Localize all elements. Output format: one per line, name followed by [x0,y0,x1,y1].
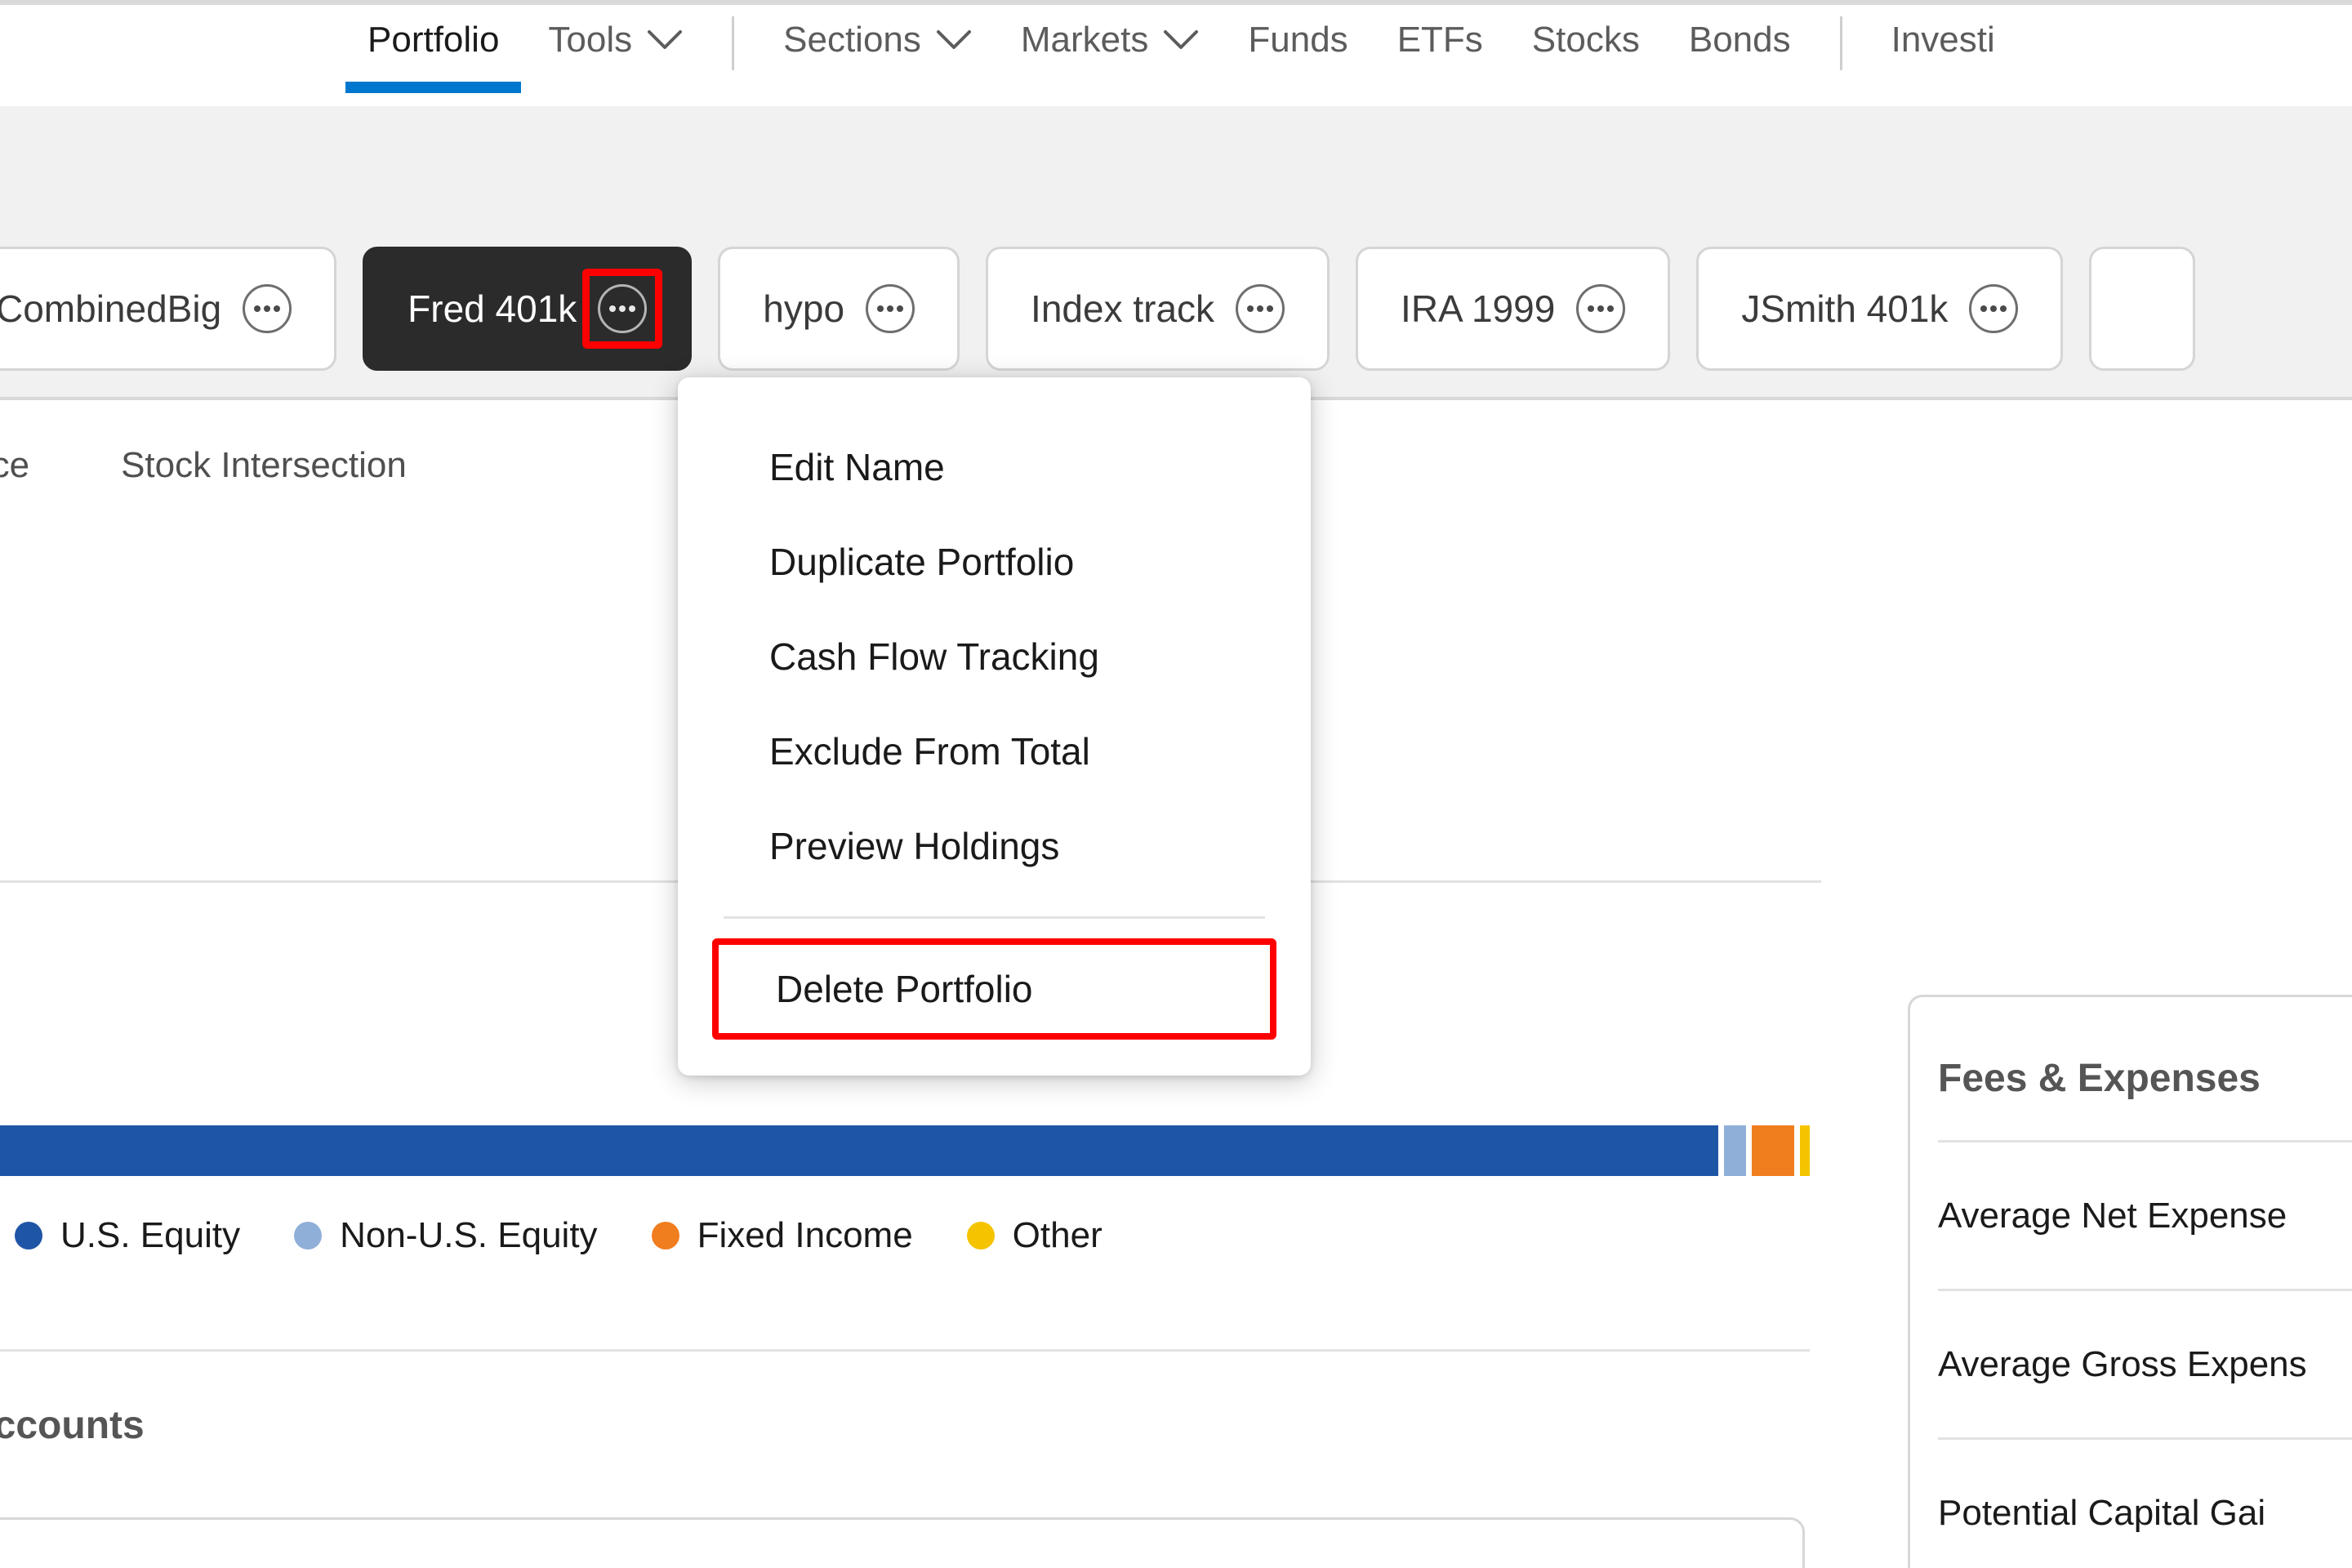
subtab-stock-intersection[interactable]: Stock Intersection [75,445,452,486]
fees-row: Average Gross Expens [1938,1289,2352,1437]
portfolio-tab-fred-401k[interactable]: Fred 401k [363,247,693,371]
nav-item-label: Stocks [1531,20,1640,60]
nav-separator [732,16,735,70]
legend-swatch-icon [15,1222,42,1250]
nav-item-bonds[interactable]: Bonds [1664,5,1815,75]
legend-label: U.S. Equity [60,1215,241,1255]
section-subtabs: manceStock Intersection [0,416,452,514]
chevron-down-icon [936,29,972,51]
portfolio-tab-index-track[interactable]: Index track [986,247,1330,371]
accounts-card [0,1517,1805,1568]
fees-panel-title: Fees & Expenses [1938,1057,2261,1100]
ellipsis-icon[interactable] [1236,284,1285,333]
asset-allocation-stacked-bar [0,1125,1810,1176]
menu-item-preview-holdings[interactable]: Preview Holdings [678,799,1311,893]
ellipsis-icon[interactable] [582,269,663,349]
ellipsis-icon[interactable] [243,284,292,333]
portfolio-tab-label: Index track [1031,287,1215,330]
menu-item-duplicate-portfolio[interactable]: Duplicate Portfolio [678,514,1311,609]
fees-row: Average Net Expense [1938,1140,2352,1289]
bar-segment-fixed-income [1751,1125,1794,1176]
nav-item-investi[interactable]: Investi [1867,5,2020,75]
portfolio-tab-jsmith-401k[interactable]: JSmith 401k [1696,247,2064,371]
chevron-down-icon [1163,29,1199,51]
ellipsis-icon[interactable] [1969,284,2019,333]
fees-row-label: Average Net Expense [1938,1195,2287,1236]
ellipsis-icon[interactable] [1576,284,1626,333]
portfolio-context-menu: Edit Name Duplicate Portfolio Cash Flow Tr… [678,377,1311,1076]
nav-active-underline [345,82,522,93]
legend-item-u-s-equity: U.S. Equity [15,1215,240,1256]
portfolio-tab-combinedbig[interactable]: CombinedBig [0,247,337,371]
nav-item-markets[interactable]: Markets [996,5,1223,75]
portfolio-tab-label: JSmith 401k [1741,287,1949,330]
portfolio-tab-label: Fred 401k [408,287,577,330]
context-menu-items: Edit Name Duplicate Portfolio Cash Flow Tr… [678,420,1311,893]
nav-item-label: ETFs [1396,20,1483,60]
legend-label: Non-U.S. Equity [340,1215,598,1255]
nav-item-label: Funds [1248,20,1348,60]
global-nav-items: Portfolio Tools Sections Markets Funds ETFs St… [0,5,2352,106]
nav-item-label: Bonds [1688,20,1791,60]
legend-swatch-icon [966,1222,995,1250]
allocation-divider [0,1349,1810,1352]
fees-row-label: Potential Capital Gai [1938,1492,2266,1533]
portfolio-tab-label: IRA 1999 [1401,287,1556,330]
ellipsis-icon[interactable] [866,284,915,333]
portfolio-tab-hypo[interactable]: hypo [718,247,960,371]
menu-item-edit-name[interactable]: Edit Name [678,420,1311,514]
portfolio-tab-label: CombinedBig [0,287,222,330]
legend-item-fixed-income: Fixed Income [651,1215,913,1256]
bar-segment-other [1800,1125,1810,1176]
bar-segment-non-u-s-equity [1723,1125,1746,1176]
accounts-heading: Accounts [0,1404,145,1447]
portfolio-tab-ira-1999[interactable]: IRA 1999 [1356,247,1671,371]
fees-row: Potential Capital Gai [1938,1437,2352,1568]
fees-row-label: Average Gross Expens [1938,1343,2307,1384]
portfolio-tabs: CombinedBig Fred 401k hypo Index track IRA 1… [0,247,2196,371]
fees-rows: Average Net Expense Average Gross Expens P… [1938,1140,2352,1568]
legend-label: Fixed Income [697,1215,913,1255]
global-nav: Portfolio Tools Sections Markets Funds ETFs St… [0,0,2352,106]
bar-segment-u-s-equity [0,1125,1718,1176]
legend-swatch-icon [294,1222,323,1250]
legend-swatch-icon [651,1222,679,1250]
nav-item-portfolio[interactable]: Portfolio [343,5,523,93]
nav-item-sections[interactable]: Sections [759,5,996,75]
delete-portfolio-menu-item[interactable]: Delete Portfolio [712,938,1276,1040]
nav-item-tools[interactable]: Tools [523,5,707,75]
fees-and-expenses-card: Fees & Expenses Average Net Expense Avera… [1908,995,2352,1568]
menu-item-cash-flow-tracking[interactable]: Cash Flow Tracking [678,609,1311,704]
legend-label: Other [1012,1215,1102,1255]
nav-separator [1839,16,1842,70]
nav-item-label: Tools [548,20,633,60]
nav-item-funds[interactable]: Funds [1223,5,1372,75]
subtab-mance[interactable]: mance [0,445,75,486]
nav-item-label: Sections [783,20,921,60]
nav-item-label: Markets [1020,20,1149,60]
menu-item-exclude-from-total[interactable]: Exclude From Total [678,704,1311,799]
portfolio-tab-band: CombinedBig Fred 401k hypo Index track IRA 1… [0,106,2352,400]
nav-item-label: Portfolio [368,20,500,60]
legend-item-other: Other [966,1215,1102,1256]
nav-item-label: Investi [1891,20,1995,60]
page-root: Portfolio Tools Sections Markets Funds ETFs St… [0,0,2352,1568]
portfolio-tab-partial[interactable] [2089,247,2196,371]
context-menu-divider [724,916,1265,919]
nav-item-etfs[interactable]: ETFs [1373,5,1508,75]
asset-allocation-legend: U.S. Equity Non-U.S. Equity Fixed Income Ot… [0,1207,1156,1264]
chevron-down-icon [647,29,683,51]
portfolio-tab-label: hypo [763,287,845,330]
legend-item-non-u-s-equity: Non-U.S. Equity [294,1215,598,1256]
nav-item-stocks[interactable]: Stocks [1508,5,1664,75]
